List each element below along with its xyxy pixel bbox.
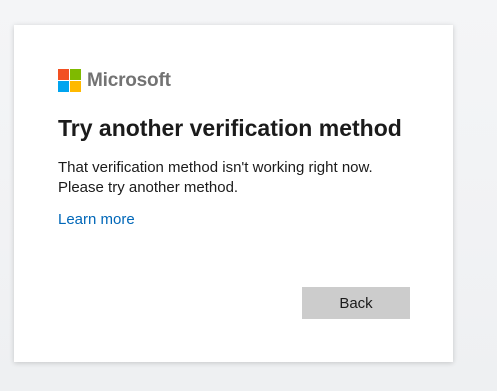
microsoft-logo-icon xyxy=(58,69,81,92)
brand-name: Microsoft xyxy=(87,69,171,91)
learn-more-link[interactable]: Learn more xyxy=(58,211,135,228)
error-message-line-1: That verification method isn't working r… xyxy=(58,159,373,176)
page-title: Try another verification method xyxy=(58,115,402,141)
microsoft-logo: Microsoft xyxy=(58,69,171,92)
error-message: That verification method isn't working r… xyxy=(58,158,428,198)
verification-dialog-card: Microsoft Try another verification metho… xyxy=(14,25,453,362)
back-button[interactable]: Back xyxy=(302,287,410,319)
logo-blue-square xyxy=(58,81,69,92)
logo-yellow-square xyxy=(70,81,81,92)
error-message-line-2: Please try another method. xyxy=(58,179,239,196)
logo-green-square xyxy=(70,69,81,80)
logo-red-square xyxy=(58,69,69,80)
